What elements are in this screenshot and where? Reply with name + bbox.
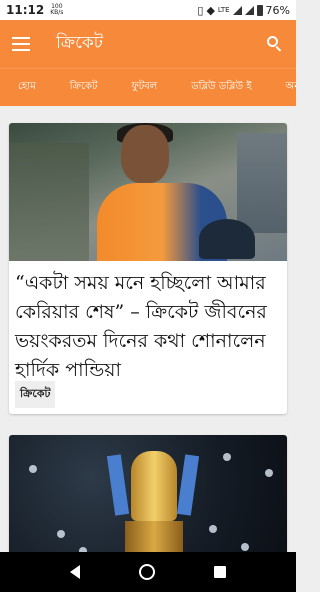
lte-label: LTE — [217, 6, 230, 14]
wifi-icon: ◆ — [206, 3, 215, 17]
menu-icon[interactable] — [12, 37, 30, 51]
status-left: 11:12 100 KB/s — [6, 3, 63, 17]
tab-football[interactable]: ফুটবল — [121, 79, 167, 96]
tab-home[interactable]: হোম — [0, 79, 46, 96]
battery-percent: 76% — [265, 3, 290, 17]
article-image-trophy — [9, 435, 287, 552]
status-right: ▯ ◆ LTE 76% — [197, 4, 290, 17]
article-image — [9, 123, 287, 261]
page-title: ক্রিকেট — [56, 33, 104, 53]
back-icon[interactable] — [69, 565, 80, 579]
article-title[interactable]: “একটা সময় মনে হচ্ছিলো আমার কেরিয়ার শেষ… — [9, 261, 287, 385]
vibrate-icon: ▯ — [197, 3, 204, 17]
home-icon[interactable] — [138, 564, 155, 580]
article-card-2[interactable] — [9, 435, 287, 552]
search-icon[interactable] — [266, 35, 284, 53]
battery-icon — [256, 4, 263, 16]
system-nav-bar — [0, 552, 296, 592]
tab-cricket[interactable]: ক্রিকেট — [60, 79, 108, 96]
signal-icon — [232, 5, 242, 15]
signal-icon-2 — [244, 5, 254, 15]
trophy-icon — [131, 451, 177, 521]
tab-other[interactable]: অন্য — [276, 79, 296, 96]
recent-apps-icon[interactable] — [214, 566, 227, 578]
status-time: 11:12 — [6, 3, 45, 17]
article-card[interactable]: “একটা সময় মনে হচ্ছিলো আমার কেরিয়ার শেষ… — [9, 123, 287, 414]
status-bar: 11:12 100 KB/s ▯ ◆ LTE 76% — [0, 0, 296, 20]
category-tabs: হোম ক্রিকেট ফুটবল ডব্লিউ ডব্লিউ ই অন্য — [0, 68, 296, 106]
network-speed-unit: KB/s — [50, 9, 64, 16]
app-bar: ক্রিকেট — [0, 20, 296, 68]
article-feed[interactable]: “একটা সময় মনে হচ্ছিলো আমার কেরিয়ার শেষ… — [0, 106, 296, 552]
network-speed: 100 KB/s — [50, 4, 63, 16]
category-tag[interactable]: ক্রিকেট — [15, 381, 56, 408]
tab-wwe[interactable]: ডব্লিউ ডব্লিউ ই — [181, 79, 261, 96]
